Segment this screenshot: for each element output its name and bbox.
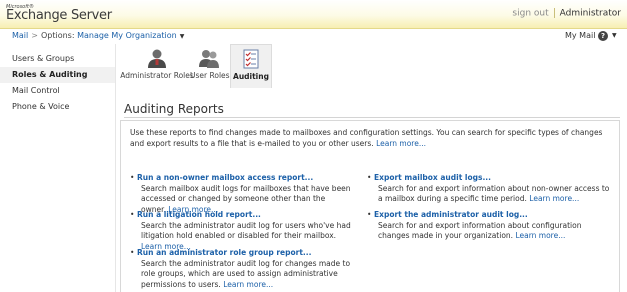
header-divider xyxy=(553,8,555,18)
sidebar-divider xyxy=(115,44,116,292)
tab-label: Auditing xyxy=(233,72,269,81)
help-chevron-down-icon[interactable]: ▼ xyxy=(612,32,617,39)
sign-out-link[interactable]: sign out xyxy=(512,9,548,19)
tab-auditing[interactable]: Auditing xyxy=(230,44,272,88)
report-item: • Export mailbox audit logs... Search fo… xyxy=(367,173,614,205)
sidebar-item-mail-control[interactable]: Mail Control xyxy=(0,83,115,99)
export-mailbox-audit-logs-link[interactable]: Export mailbox audit logs... xyxy=(374,173,614,184)
bullet-icon: • xyxy=(130,248,135,257)
user-name: Administrator xyxy=(559,8,621,19)
bullet-icon: • xyxy=(130,173,135,182)
learn-more-link[interactable]: Learn more... xyxy=(515,231,565,240)
tab-label: Administrator Roles xyxy=(120,71,194,80)
breadcrumb-mail-link[interactable]: Mail xyxy=(12,31,28,40)
bullet-icon: • xyxy=(367,210,372,219)
tab-administrator-roles[interactable]: Administrator Roles xyxy=(120,44,194,88)
report-item: • Run an administrator role group report… xyxy=(130,248,352,290)
non-owner-mailbox-report-link[interactable]: Run a non-owner mailbox access report... xyxy=(137,173,352,184)
report-item: • Run a non-owner mailbox access report.… xyxy=(130,173,352,215)
breadcrumb-options-label: Options: xyxy=(40,31,75,40)
header-user-area: sign out Administrator xyxy=(512,8,621,19)
user-roles-icon xyxy=(199,50,219,68)
auditing-checklist-icon xyxy=(243,49,259,69)
sidebar: Users & Groups Roles & Auditing Mail Con… xyxy=(0,51,115,292)
breadcrumb: Mail > Options: Manage My Organization ▼ xyxy=(12,31,184,40)
sidebar-item-users-groups[interactable]: Users & Groups xyxy=(0,51,115,67)
title-divider xyxy=(124,117,620,118)
administrator-roles-icon xyxy=(148,49,166,68)
chevron-down-icon[interactable]: ▼ xyxy=(180,33,185,40)
learn-more-link[interactable]: Learn more... xyxy=(529,194,579,203)
logo-product-text: Exchange Server xyxy=(6,8,112,23)
bullet-icon: • xyxy=(130,210,135,219)
bullet-icon: • xyxy=(367,173,372,182)
role-group-report-link[interactable]: Run an administrator role group report..… xyxy=(137,248,352,259)
page-title: Auditing Reports xyxy=(124,102,224,116)
litigation-hold-report-link[interactable]: Run a litigation hold report... xyxy=(137,210,352,221)
tab-label: User Roles xyxy=(190,71,230,80)
sidebar-item-roles-auditing[interactable]: Roles & Auditing xyxy=(0,67,115,83)
learn-more-link[interactable]: Learn more... xyxy=(223,280,273,289)
intro-body: Use these reports to find changes made t… xyxy=(130,128,603,148)
report-item: • Export the administrator audit log... … xyxy=(367,210,614,242)
sidebar-item-phone-voice[interactable]: Phone & Voice xyxy=(0,99,115,115)
options-dropdown[interactable]: Manage My Organization xyxy=(77,31,177,40)
help-icon[interactable]: ? xyxy=(598,31,608,41)
report-description: Search the administrator audit log for u… xyxy=(141,220,351,241)
intro-learn-more-link[interactable]: Learn more... xyxy=(376,139,426,148)
breadcrumb-separator: > xyxy=(31,31,38,40)
app-header: Microsoft® Exchange Server sign out Admin… xyxy=(0,0,627,29)
report-item: • Run a litigation hold report... Search… xyxy=(130,210,352,252)
tab-user-roles[interactable]: User Roles xyxy=(190,44,230,88)
intro-text: Use these reports to find changes made t… xyxy=(130,127,615,149)
export-admin-audit-log-link[interactable]: Export the administrator audit log... xyxy=(374,210,614,221)
my-mail-link[interactable]: My Mail xyxy=(565,31,595,40)
